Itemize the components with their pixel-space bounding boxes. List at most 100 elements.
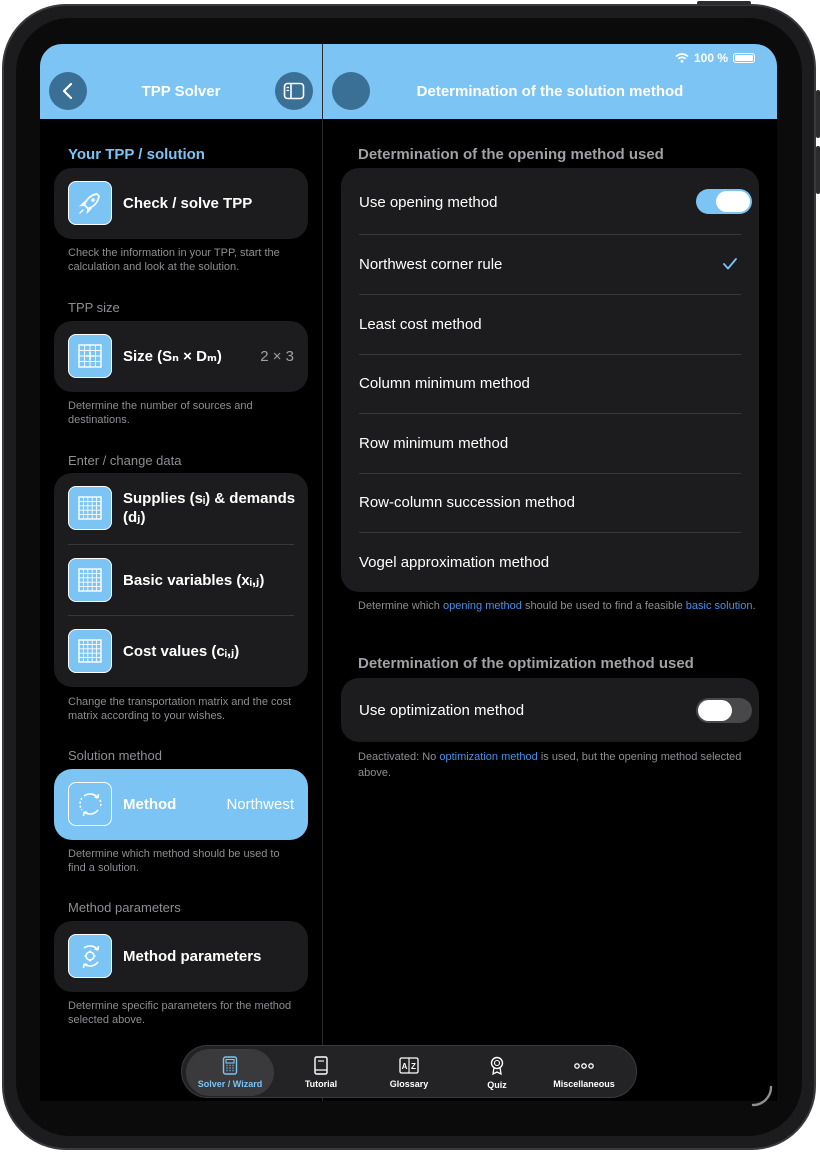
matrix-icon — [78, 496, 102, 520]
params-tile — [68, 934, 112, 978]
svg-text:A: A — [402, 1062, 408, 1071]
screen: TPP Solver Determination of the solution… — [40, 44, 777, 1101]
book-icon — [314, 1056, 328, 1075]
optimization-hint-text: Deactivated: No — [358, 751, 440, 763]
tab-tutorial[interactable]: Tutorial — [277, 1046, 365, 1099]
check-solve-label: Check / solve TPP — [123, 195, 253, 212]
opening-method-option[interactable]: Row minimum method — [341, 414, 759, 474]
cost-values-label: Cost values (cᵢ,ⱼ) — [123, 643, 240, 660]
rocket-icon — [78, 193, 100, 215]
top-button — [697, 1, 751, 5]
sidebar-toggle-button[interactable] — [275, 72, 313, 110]
opening-method-option[interactable]: Column minimum method — [341, 354, 759, 414]
data-card: Supplies (sᵢ) & demands (dⱼ) Basic varia… — [54, 473, 308, 687]
status-bar: 100 % — [675, 51, 755, 65]
size-hint: Determine the number of sources and dest… — [68, 400, 253, 426]
size-card[interactable]: Size (Sₙ × Dₘ) 2 × 3 — [54, 321, 308, 392]
cycle-gear-icon — [82, 945, 100, 969]
basic-variables-tile — [68, 558, 112, 602]
section-enter-data: Enter / change data — [68, 453, 182, 468]
method-hint: Determine which method should be used to… — [68, 848, 280, 874]
supplies-tile — [68, 486, 112, 530]
optimization-hint: Deactivated: No optimization method is u… — [358, 749, 758, 781]
data-hint: Change the transportation matrix and the… — [68, 696, 292, 722]
award-icon — [490, 1056, 504, 1075]
chevron-left-icon — [62, 82, 73, 100]
right-header-title: Determination of the solution method — [416, 83, 684, 100]
section-solution-method: Solution method — [68, 748, 162, 763]
opening-method-option[interactable]: Row-column succession method — [341, 473, 759, 533]
check-solve-hint: Check the information in your TPP, start… — [68, 247, 280, 273]
battery-icon — [733, 53, 755, 63]
opening-section-title: Determination of the opening method used — [358, 146, 664, 163]
optimization-section-title: Determination of the optimization method… — [358, 655, 694, 672]
opening-method-label: Vogel approximation method — [359, 553, 550, 571]
opening-card: Use opening method Northwest corner rule… — [341, 168, 759, 592]
optimization-card: Use optimization method — [341, 678, 759, 742]
opening-hint: Determine which opening method should be… — [358, 598, 758, 614]
tab-glossary[interactable]: AZ Glossary — [365, 1046, 453, 1099]
a-z-icon: AZ — [399, 1057, 419, 1074]
resize-corner-icon — [751, 1085, 773, 1107]
tab-label: Glossary — [389, 1079, 429, 1089]
size-value: 2 × 3 — [260, 348, 294, 365]
opening-method-label: Row-column succession method — [359, 494, 575, 511]
split-divider — [322, 44, 323, 1101]
opening-method-label: Northwest corner rule — [359, 256, 503, 273]
tab-miscellaneous[interactable]: Miscellaneous — [540, 1046, 628, 1099]
opening-hint-text: Determine which — [358, 600, 443, 612]
tab-label: Miscellaneous — [553, 1079, 615, 1089]
tab-quiz[interactable]: Quiz — [453, 1046, 541, 1099]
check-solve-tile — [68, 181, 112, 225]
checkmark-icon — [723, 258, 737, 270]
basic-variables-row[interactable]: Basic variables (xᵢ,ⱼ) — [54, 545, 308, 616]
basic-solution-link[interactable]: basic solution — [686, 600, 753, 612]
tab-label: Tutorial — [304, 1079, 338, 1089]
sidebar-icon — [283, 82, 305, 100]
use-optimization-label: Use optimization method — [359, 702, 525, 719]
opening-method-label: Column minimum method — [359, 375, 530, 392]
svg-text:Z: Z — [411, 1062, 416, 1071]
params-card[interactable]: Method parameters — [54, 921, 308, 992]
matrix-icon — [78, 639, 102, 663]
right-header-button[interactable] — [332, 72, 370, 110]
size-label: Size (Sₙ × Dₘ) — [123, 348, 222, 365]
cost-values-tile — [68, 629, 112, 673]
cycle-arrows-icon — [79, 793, 102, 817]
basic-variables-label: Basic variables (xᵢ,ⱼ) — [123, 572, 265, 589]
back-button[interactable] — [49, 72, 87, 110]
supplies-label: Supplies (sᵢ) & demands (dⱼ) — [123, 490, 296, 526]
check-solve-card[interactable]: Check / solve TPP — [54, 168, 308, 239]
opening-method-option[interactable]: Least cost method — [341, 295, 759, 355]
optimization-method-link[interactable]: optimization method — [439, 751, 537, 763]
method-label: Method — [123, 796, 177, 813]
volume-down-button — [816, 146, 820, 194]
tab-label: Solver / Wizard — [197, 1079, 263, 1089]
cost-values-row[interactable]: Cost values (cᵢ,ⱼ) — [54, 616, 308, 687]
tab-solver-wizard[interactable]: Solver / Wizard — [186, 1049, 274, 1096]
method-value: Northwest — [226, 796, 294, 813]
use-optimization-toggle[interactable] — [696, 698, 752, 723]
top-bar — [40, 44, 777, 119]
opening-method-label: Row minimum method — [359, 434, 509, 452]
matrix-icon — [78, 568, 102, 592]
opening-method-option[interactable]: Vogel approximation method — [341, 533, 759, 592]
params-label: Method parameters — [123, 948, 262, 965]
toggle-knob — [698, 700, 732, 721]
left-header-title: TPP Solver — [141, 83, 221, 100]
use-opening-label: Use opening method — [359, 194, 498, 211]
tab-bar: Solver / Wizard Tutorial AZ Glossary Qui… — [181, 1045, 637, 1098]
opening-method-option[interactable]: Northwest corner rule — [341, 235, 759, 295]
method-card[interactable]: Method Northwest — [54, 769, 308, 840]
use-opening-toggle[interactable] — [696, 189, 752, 214]
calculator-icon — [222, 1056, 238, 1075]
supplies-row[interactable]: Supplies (sᵢ) & demands (dⱼ) — [54, 473, 308, 544]
opening-method-link[interactable]: opening method — [443, 600, 522, 612]
volume-up-button — [816, 90, 820, 138]
battery-text: 100 % — [693, 51, 728, 65]
size-tile — [68, 334, 112, 378]
section-your-tpp: Your TPP / solution — [68, 146, 205, 163]
opening-method-label: Least cost method — [359, 315, 482, 333]
section-method-parameters: Method parameters — [68, 900, 181, 915]
tab-label: Quiz — [487, 1079, 507, 1090]
